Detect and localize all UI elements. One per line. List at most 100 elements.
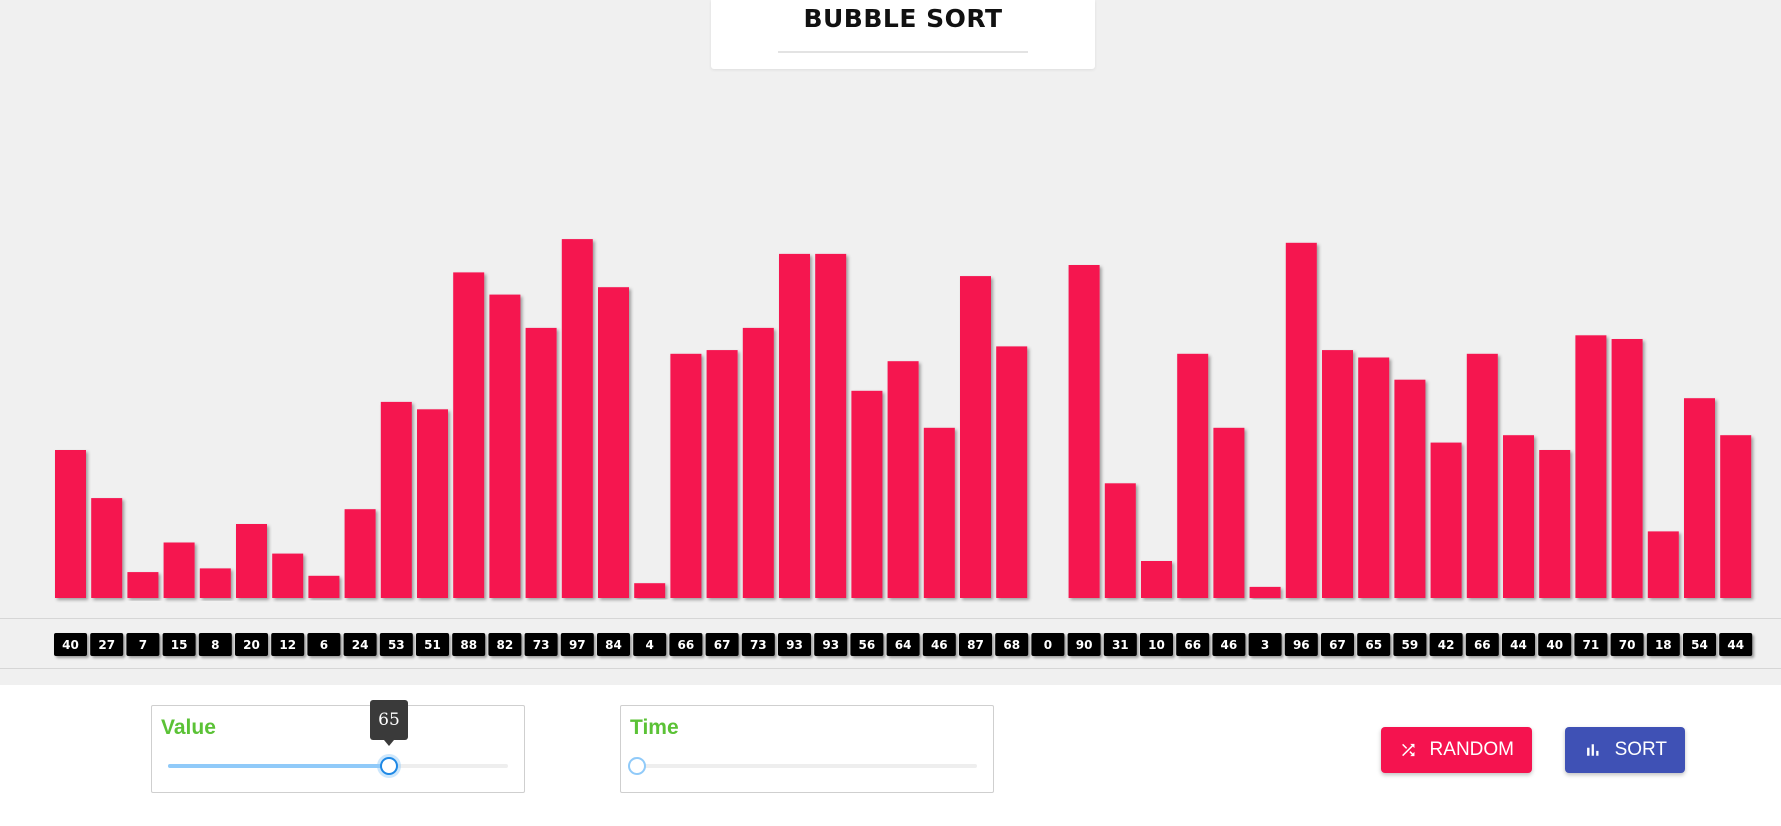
value-slider-fill	[168, 764, 389, 768]
value-label: 40	[1546, 638, 1563, 652]
bars-group	[55, 239, 1752, 599]
bar	[851, 390, 883, 598]
value-label: 7	[139, 638, 147, 652]
title-card: BUBBLE SORT	[711, 0, 1095, 69]
value-label: 68	[1003, 638, 1020, 652]
value-label: 42	[1438, 638, 1455, 652]
value-label: 71	[1583, 638, 1600, 652]
value-label: 18	[1655, 638, 1672, 652]
bar	[1720, 435, 1752, 598]
value-label: 46	[931, 638, 948, 652]
time-slider-thumb[interactable]	[628, 757, 646, 775]
time-slider-box: Time	[620, 705, 994, 793]
label-strip-top-divider	[0, 618, 1781, 619]
value-label: 24	[352, 638, 369, 652]
bar	[236, 524, 267, 598]
bar	[1213, 427, 1245, 598]
bar	[742, 327, 774, 598]
bar	[344, 509, 376, 598]
bar	[417, 409, 448, 598]
value-label: 12	[279, 638, 296, 652]
bar	[1575, 335, 1607, 598]
value-label: 40	[62, 638, 79, 652]
value-label: 31	[1112, 638, 1129, 652]
value-label: 70	[1619, 638, 1636, 652]
value-label: 4	[646, 638, 654, 652]
value-label: 66	[678, 638, 695, 652]
bar	[779, 253, 810, 598]
value-slider-box: Value 65	[151, 700, 525, 793]
bar	[923, 427, 955, 598]
value-label: 20	[243, 638, 260, 652]
bar-chart: 40 27 7 15 8 20 12 6 24 53 51 88 82 73 97 84 4 66 67 73 93 93…	[54, 239, 1753, 656]
bar	[960, 276, 991, 598]
bar	[1503, 435, 1534, 598]
bar	[887, 361, 919, 598]
value-label: 90	[1076, 638, 1093, 652]
value-label: 44	[1510, 638, 1527, 652]
value-label: 84	[605, 638, 622, 652]
value-label: 73	[533, 638, 550, 652]
bar	[1358, 357, 1390, 598]
value-label: 93	[822, 638, 839, 652]
sort-button[interactable]: SORT	[1565, 727, 1685, 773]
bar	[308, 575, 340, 598]
value-label: 59	[1402, 638, 1419, 652]
bar	[561, 239, 593, 598]
bar	[1068, 265, 1100, 598]
value-labels-group: 40 27 7 15 8 20 12 6 24 53 51 88 82 73 97 84 4 66 67 73 93 93…	[54, 633, 1753, 656]
bar	[706, 350, 738, 598]
random-button[interactable]: RANDOM	[1381, 727, 1532, 773]
value-label: 96	[1293, 638, 1310, 652]
bar	[1141, 561, 1172, 598]
value-label: 8	[211, 638, 219, 652]
bar	[55, 450, 86, 598]
bar	[670, 353, 702, 598]
random-button-label: RANDOM	[1429, 739, 1514, 760]
bar	[91, 498, 123, 598]
bar	[163, 542, 195, 598]
value-slider-thumb[interactable]	[380, 757, 398, 775]
shuffle-icon	[1402, 743, 1415, 757]
bar	[1430, 442, 1462, 598]
controls-panel: Value 65 Time RANDOM SORT	[0, 685, 1781, 826]
bar	[199, 568, 231, 598]
bar	[453, 272, 485, 598]
value-label: 54	[1691, 638, 1708, 652]
value-label: 66	[1184, 638, 1201, 652]
title-underline	[778, 51, 1028, 53]
value-label: 93	[786, 638, 803, 652]
value-label: 64	[895, 638, 912, 652]
value-slider-rail[interactable]	[168, 764, 508, 768]
value-label: 15	[171, 638, 188, 652]
value-label: 53	[388, 638, 405, 652]
value-label: 67	[714, 638, 731, 652]
value-label: 97	[569, 638, 586, 652]
value-label: 6	[320, 638, 328, 652]
value-label: 27	[98, 638, 115, 652]
bar	[489, 294, 521, 598]
bar	[1249, 586, 1281, 598]
value-slider-tooltip: 65	[370, 700, 408, 746]
sorting-visualizer: 40 27 7 15 8 20 12 6 24 53 51 88 82 73 97 84 4 66 67 73 93 93…	[0, 0, 1781, 826]
bar	[127, 572, 159, 598]
bar	[525, 327, 557, 598]
bar	[634, 583, 666, 598]
bar	[1177, 353, 1209, 598]
value-label: 56	[859, 638, 876, 652]
value-label: 67	[1329, 638, 1346, 652]
value-label: 46	[1221, 638, 1238, 652]
bar	[272, 553, 304, 598]
value-label: 3	[1261, 638, 1269, 652]
value-label: 87	[967, 638, 984, 652]
bar	[996, 346, 1028, 598]
label-strip-bottom-divider	[0, 668, 1781, 669]
time-slider-rail[interactable]	[637, 764, 977, 768]
sort-button-label: SORT	[1614, 739, 1667, 760]
value-label: 44	[1727, 638, 1744, 652]
page-title: BUBBLE SORT	[803, 4, 1003, 33]
value-label: 88	[460, 638, 477, 652]
value-label: 73	[750, 638, 767, 652]
bar	[1539, 450, 1571, 598]
bar	[1684, 398, 1715, 598]
